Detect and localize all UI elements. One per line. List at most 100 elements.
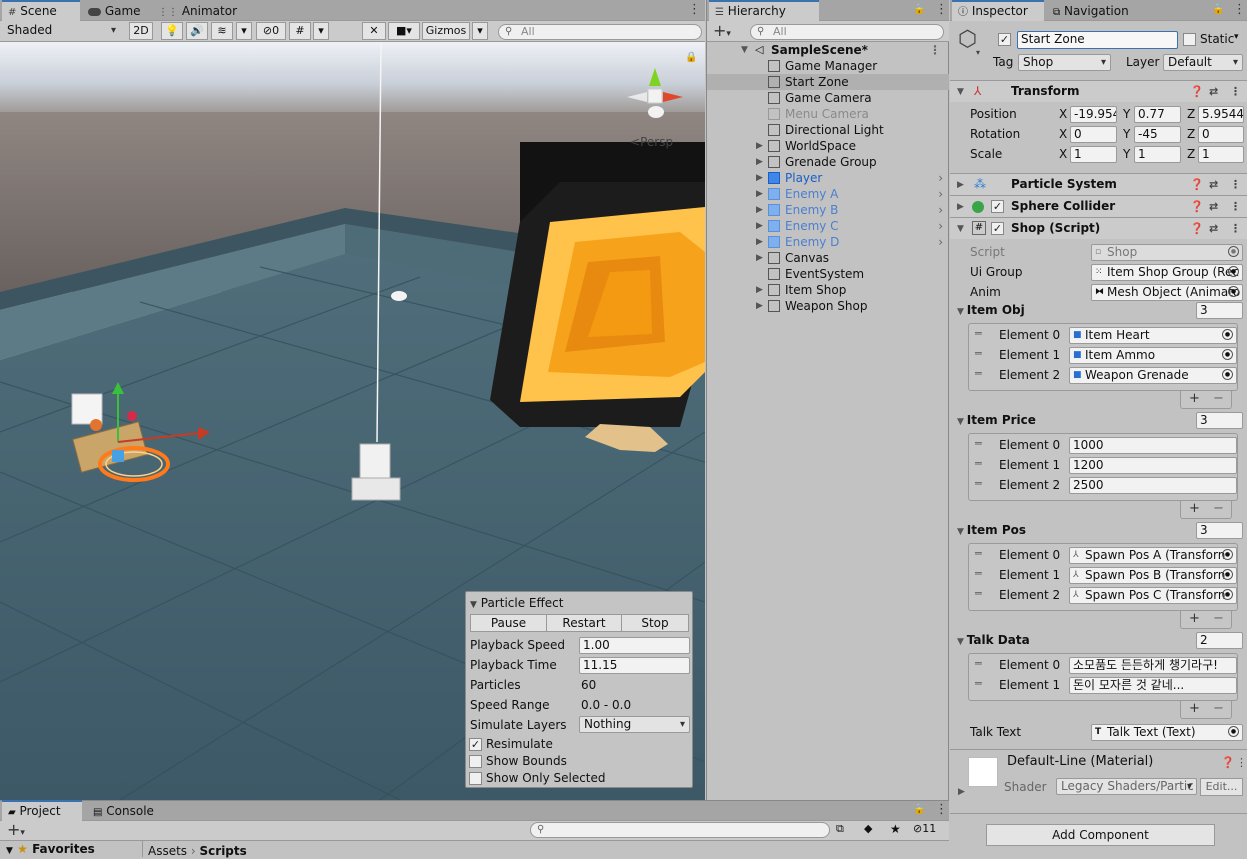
show-bounds-checkbox[interactable] [469,755,482,768]
search-by-type-icon[interactable]: ⧉ [836,822,844,836]
axis-z-label[interactable]: Z [1187,127,1195,141]
gizmos-dropdown-icon[interactable]: ▾ [472,22,488,40]
preset-icon[interactable]: ⇄ [1209,196,1218,217]
hierarchy-item[interactable]: Directional Light [707,122,949,138]
add-element-icon[interactable]: + [1189,701,1200,717]
hierarchy-item[interactable]: Start Zone [707,74,949,90]
help-icon[interactable]: ❓ [1190,196,1204,217]
perspective-label[interactable]: <Persp [630,135,673,149]
expand-arrow-icon[interactable]: ▶ [756,186,763,202]
expand-arrow-icon[interactable]: ▼ [6,846,13,856]
hierarchy-item[interactable]: ▶ Canvas [707,250,949,266]
item-price-size-field[interactable]: 3 [1196,412,1243,429]
remove-element-icon[interactable]: − [1213,611,1224,627]
list-element-field[interactable]: ⅄ Spawn Pos A (Transforn ● [1069,547,1237,564]
help-icon[interactable]: ❓ [1221,756,1235,769]
list-element-field[interactable]: 소모품도 든든하게 챙기라구! [1069,657,1237,674]
item-obj-header[interactable]: ▼ Item Obj [957,303,1025,317]
object-picker-icon[interactable]: ● [1222,369,1233,380]
hierarchy-item[interactable]: ▶ Player › [707,170,949,186]
hierarchy-item[interactable]: EventSystem [707,266,949,282]
help-icon[interactable]: ❓ [1190,81,1204,102]
axis-z-label[interactable]: Z [1187,147,1195,161]
hierarchy-item[interactable]: ▶ WorldSpace [707,138,949,154]
talk-text-field[interactable]: T Talk Text (Text) ● [1091,724,1243,741]
drag-handle-icon[interactable]: ═ [975,437,982,450]
project-create-plus-icon[interactable]: +▾ [7,820,25,843]
remove-element-icon[interactable]: − [1213,391,1224,407]
drag-handle-icon[interactable]: ═ [975,657,982,670]
expand-arrow-icon[interactable]: ▶ [756,298,763,314]
tab-console[interactable]: ▤ Console [87,800,160,821]
add-element-icon[interactable]: + [1189,391,1200,407]
list-element-field[interactable]: 1000 [1069,437,1237,454]
object-picker-icon[interactable]: ● [1222,589,1233,600]
open-prefab-chevron-icon[interactable]: › [938,186,943,202]
help-icon[interactable]: ❓ [1190,218,1204,239]
shading-mode-dropdown[interactable]: Shaded [3,23,120,40]
scene-search-input[interactable]: ⚲ All [498,24,702,40]
hierarchy-item[interactable]: Game Manager [707,58,949,74]
transform-scale-y-field[interactable]: 1 [1134,146,1181,163]
hierarchy-item[interactable]: Menu Camera [707,106,949,122]
favorite-star-icon[interactable]: ★ [890,822,901,836]
audio-toggle-icon[interactable]: 🔊 [186,22,208,40]
hierarchy-item[interactable]: ▶ Grenade Group [707,154,949,170]
ui-group-field[interactable]: ⁙ Item Shop Group (Rec ● [1091,264,1243,281]
open-prefab-chevron-icon[interactable]: › [938,218,943,234]
tab-project[interactable]: ▰ Project [2,800,82,821]
icon-dropdown-icon[interactable]: ▾ [976,48,980,57]
talk-data-size-field[interactable]: 2 [1196,632,1243,649]
expand-arrow-icon[interactable]: ▼ [957,637,967,647]
tab-hierarchy[interactable]: ☰ Hierarchy [709,0,819,21]
drag-handle-icon[interactable]: ═ [975,477,982,490]
item-pos-header[interactable]: ▼ Item Pos [957,523,1026,537]
restart-button[interactable]: Restart [546,614,622,632]
favorites-row[interactable]: ▼ ★ Favorites [6,841,95,859]
axis-y-label[interactable]: Y [1123,107,1130,121]
drag-handle-icon[interactable]: ═ [975,677,982,690]
preset-icon[interactable]: ⇄ [1209,218,1218,239]
hierarchy-item[interactable]: Game Camera [707,90,949,106]
drag-handle-icon[interactable]: ═ [975,457,982,470]
hierarchy-item[interactable]: ▶ Enemy C › [707,218,949,234]
list-element-field[interactable]: ■ Item Heart ● [1069,327,1237,344]
scene-menu-icon[interactable]: ⋮ [929,42,941,58]
drag-handle-icon[interactable]: ═ [975,367,982,380]
tab-inspector[interactable]: ⓘ Inspector [952,0,1044,21]
axis-y-label[interactable]: Y [1123,147,1130,161]
axis-x-label[interactable]: X [1059,147,1067,161]
transform-header[interactable]: ▼ ⅄ Transform ❓ ⇄ ⋮ [950,80,1247,102]
hierarchy-item[interactable]: ▶ Enemy D › [707,234,949,250]
lighting-toggle-icon[interactable]: 💡 [161,22,183,40]
tools-icon[interactable]: ✕ [362,22,386,40]
transform-scale-z-field[interactable]: 1 [1198,146,1244,163]
anim-field[interactable]: ⧓ Mesh Object (Animato ● [1091,284,1243,301]
object-picker-icon[interactable]: ● [1222,349,1233,360]
resimulate-checkbox[interactable]: ✓ [469,738,482,751]
search-by-label-icon[interactable]: ◆ [864,822,872,835]
list-element-field[interactable]: ■ Weapon Grenade ● [1069,367,1237,384]
tab-scene[interactable]: # Scene [2,0,80,21]
transform-position-z-field[interactable]: 5.9544 [1198,106,1244,123]
component-menu-icon[interactable]: ⋮ [1230,174,1241,195]
item-obj-size-field[interactable]: 3 [1196,302,1243,319]
shop-script-enabled-checkbox[interactable]: ✓ [991,222,1004,235]
expand-arrow-icon[interactable]: ▶ [756,202,763,218]
object-picker-icon[interactable]: ● [1228,726,1239,737]
shader-dropdown[interactable]: Legacy Shaders/Partic [1056,778,1197,795]
list-element-field[interactable]: ⅄ Spawn Pos B (Transforn ● [1069,567,1237,584]
hierarchy-item[interactable]: ▶ Weapon Shop [707,298,949,314]
list-element-field[interactable]: 2500 [1069,477,1237,494]
tab-game[interactable]: Game [82,0,147,21]
expand-arrow-icon[interactable]: ▼ [957,219,964,240]
grid-dropdown-icon[interactable]: ▾ [313,22,329,40]
hidden-objects-button[interactable]: ⊘0 [256,22,286,40]
drag-handle-icon[interactable]: ═ [975,547,982,560]
grid-toggle-icon[interactable]: # [289,22,311,40]
sphere-collider-enabled-checkbox[interactable]: ✓ [991,200,1004,213]
inspector-lock-icon[interactable]: 🔒 [1212,0,1224,20]
particle-system-header[interactable]: ▶ ⁂ Particle System ❓ ⇄ ⋮ [950,173,1247,195]
gizmos-button[interactable]: Gizmos [422,22,470,40]
shader-edit-button[interactable]: Edit... [1200,778,1243,796]
